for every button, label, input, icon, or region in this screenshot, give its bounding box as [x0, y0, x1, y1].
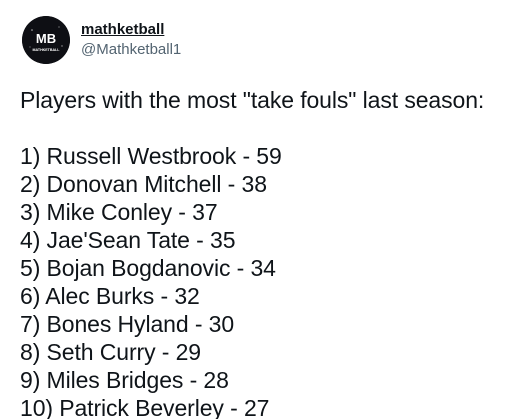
avatar-logo-icon: MB MATHKETBALL — [22, 16, 70, 64]
list-item: 2) Donovan Mitchell - 38 — [20, 171, 267, 197]
list-item: 5) Bojan Bogdanovic - 34 — [20, 255, 276, 281]
list-item: 9) Miles Bridges - 28 — [20, 367, 229, 393]
list-item: 6) Alec Burks - 32 — [20, 283, 200, 309]
list-item: 8) Seth Curry - 29 — [20, 339, 201, 365]
ranking-list: 1) Russell Westbrook - 59 2) Donovan Mit… — [20, 142, 484, 419]
list-item: 10) Patrick Beverley - 27 — [20, 395, 270, 419]
tweet-text: Players with the most "take fouls" last … — [20, 86, 484, 419]
author-names: mathketball @Mathketball1 — [81, 20, 181, 60]
tweet-intro: Players with the most "take fouls" last … — [20, 87, 485, 113]
list-item: 7) Bones Hyland - 30 — [20, 311, 235, 337]
list-item: 1) Russell Westbrook - 59 — [20, 143, 282, 169]
author-avatar[interactable]: MB MATHKETBALL — [22, 16, 70, 64]
author-handle[interactable]: @Mathketball1 — [81, 40, 181, 60]
list-item: 3) Mike Conley - 37 — [20, 199, 218, 225]
avatar-initials: MB — [36, 31, 56, 46]
list-item: 4) Jae'Sean Tate - 35 — [20, 227, 236, 253]
author-display-name[interactable]: mathketball — [81, 20, 181, 40]
tweet: MB MATHKETBALL mathketball @Mathketball1… — [0, 0, 522, 419]
avatar-caption: MATHKETBALL — [33, 48, 61, 52]
